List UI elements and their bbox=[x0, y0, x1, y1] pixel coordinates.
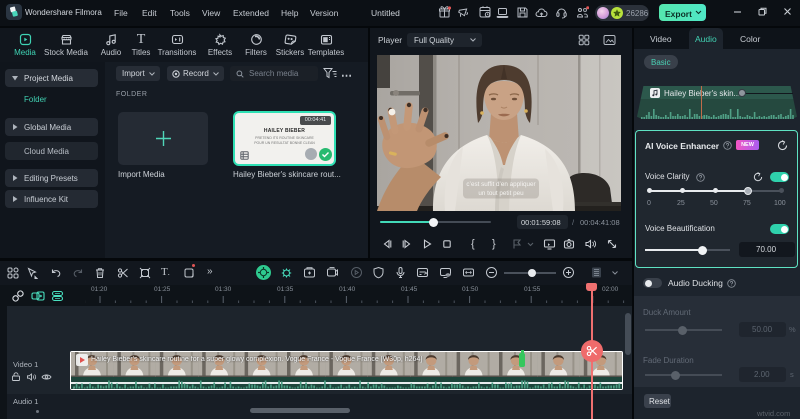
svg-text:un tout petit peu: un tout petit peu bbox=[478, 190, 524, 197]
svg-text:c’est suffit d’en appliquer: c’est suffit d’en appliquer bbox=[466, 181, 535, 188]
